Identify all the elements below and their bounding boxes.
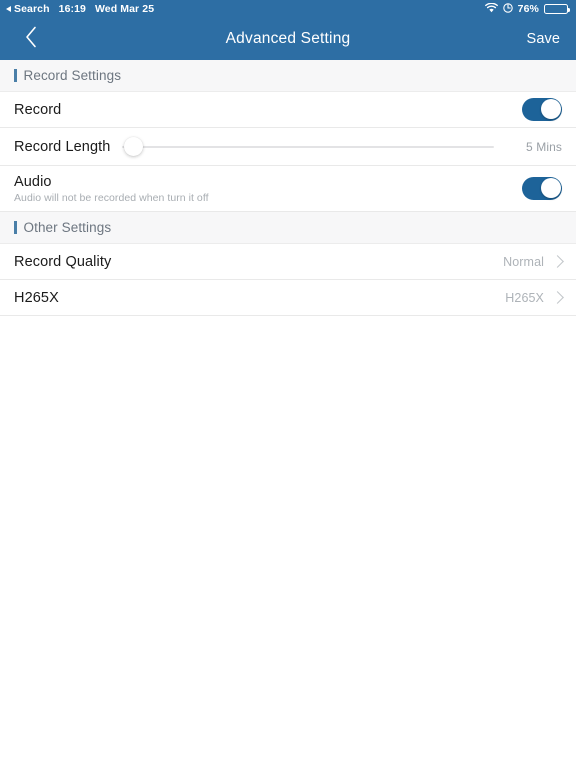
status-back-app-label: Search bbox=[14, 3, 50, 15]
row-h265x-label: H265X bbox=[14, 289, 59, 306]
section-title-record-settings: Record Settings bbox=[23, 68, 122, 83]
status-time: 16:19 bbox=[58, 3, 86, 15]
record-length-slider[interactable] bbox=[122, 136, 494, 158]
status-bar: Search 16:19 Wed Mar 25 76% bbox=[0, 0, 576, 18]
section-accent-bar bbox=[14, 69, 17, 82]
empty-area bbox=[0, 316, 576, 768]
row-audio[interactable]: Audio Audio will not be recorded when tu… bbox=[0, 166, 576, 212]
record-quality-value: Normal bbox=[503, 254, 544, 269]
toggle-knob bbox=[540, 99, 561, 120]
status-bar-left: Search 16:19 Wed Mar 25 bbox=[6, 3, 154, 15]
row-audio-right bbox=[522, 177, 562, 200]
battery-percent-label: 76% bbox=[517, 3, 539, 15]
navigation-bar: Advanced Setting Save bbox=[0, 18, 576, 60]
row-h265x[interactable]: H265X H265X bbox=[0, 280, 576, 316]
row-audio-texts: Audio Audio will not be recorded when tu… bbox=[14, 174, 209, 204]
app-screen: Search 16:19 Wed Mar 25 76% Advanced Set… bbox=[0, 0, 576, 768]
slider-knob[interactable] bbox=[124, 137, 144, 156]
row-h265x-right: H265X bbox=[505, 290, 564, 305]
status-date: Wed Mar 25 bbox=[94, 3, 155, 15]
row-record-length[interactable]: Record Length 5 Mins bbox=[0, 128, 576, 166]
row-record-right bbox=[522, 98, 562, 121]
status-bar-right: 76% bbox=[484, 2, 571, 16]
chevron-left-icon bbox=[25, 26, 38, 53]
record-toggle[interactable] bbox=[522, 98, 562, 121]
row-record-quality[interactable]: Record Quality Normal bbox=[0, 244, 576, 280]
wifi-icon bbox=[484, 2, 498, 16]
location-icon bbox=[502, 2, 513, 16]
save-button[interactable]: Save bbox=[527, 31, 560, 47]
back-button[interactable] bbox=[16, 24, 46, 54]
settings-content: Record Settings Record Record Length 5 M… bbox=[0, 60, 576, 768]
chevron-right-icon bbox=[551, 291, 564, 304]
triangle-left-icon bbox=[6, 6, 11, 12]
row-record-length-label: Record Length bbox=[14, 138, 111, 155]
section-header-record-settings: Record Settings bbox=[0, 60, 576, 92]
row-record-quality-right: Normal bbox=[503, 254, 564, 269]
audio-toggle[interactable] bbox=[522, 177, 562, 200]
section-accent-bar bbox=[14, 221, 17, 234]
battery-icon bbox=[544, 4, 571, 14]
section-title-other-settings: Other Settings bbox=[23, 220, 112, 235]
section-header-other-settings: Other Settings bbox=[0, 212, 576, 244]
row-record-quality-label: Record Quality bbox=[14, 253, 112, 270]
row-audio-label: Audio bbox=[14, 173, 52, 190]
row-record[interactable]: Record bbox=[0, 92, 576, 128]
status-back-to-app[interactable]: Search bbox=[6, 3, 50, 15]
toggle-knob bbox=[540, 178, 561, 199]
h265x-value: H265X bbox=[505, 290, 544, 305]
page-title: Advanced Setting bbox=[225, 30, 351, 47]
row-audio-subtitle: Audio will not be recorded when turn it … bbox=[14, 191, 209, 204]
row-record-texts: Record bbox=[14, 102, 61, 118]
record-length-value: 5 Mins bbox=[526, 139, 562, 154]
row-record-label: Record bbox=[14, 101, 62, 118]
chevron-right-icon bbox=[551, 255, 564, 268]
slider-track bbox=[122, 145, 494, 148]
